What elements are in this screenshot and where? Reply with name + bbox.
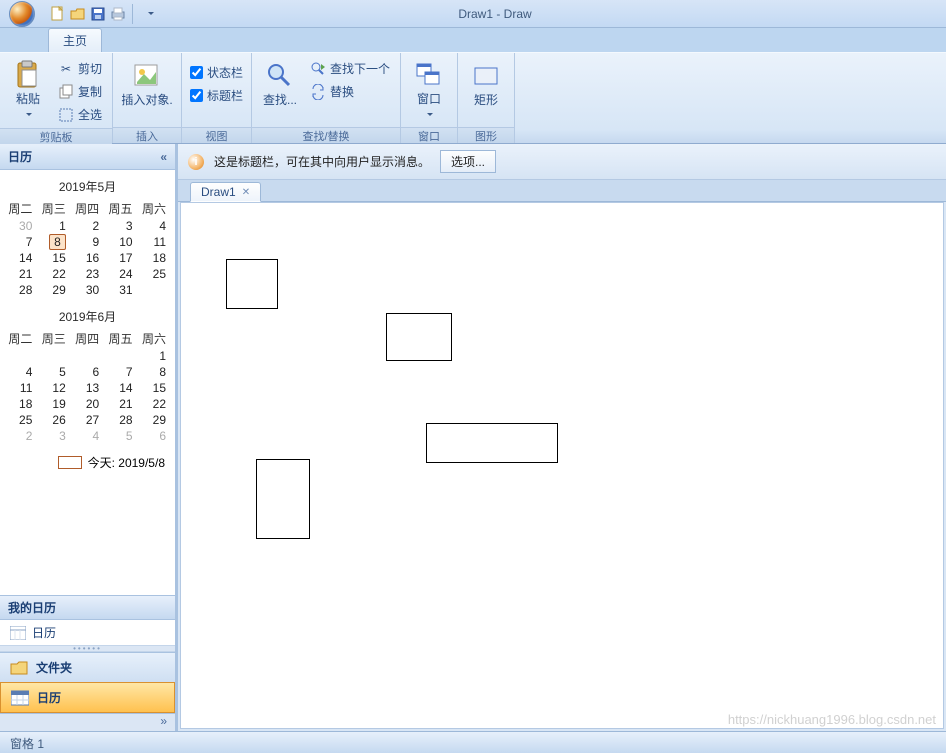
ribbon: 粘贴 ✂剪切 复制 全选 剪贴板 插入对象. 插入 状态栏 标题栏 bbox=[0, 52, 946, 144]
paste-button[interactable]: 粘贴 bbox=[6, 56, 50, 122]
tab-home[interactable]: 主页 bbox=[48, 28, 102, 52]
captionbar-checkbox[interactable]: 标题栏 bbox=[188, 85, 245, 106]
replace-button[interactable]: 替换 bbox=[306, 81, 394, 102]
sidebar: 日历 2019年5月 周二周三周四周五周六3012347891011141516… bbox=[0, 144, 178, 731]
calendar-month-2: 2019年6月 周二周三周四周五周六1456781112131415181920… bbox=[4, 308, 171, 444]
ribbon-group-find-replace: 查找... 查找下一个 替换 查找/替换 bbox=[252, 53, 401, 143]
calendar-small-icon bbox=[10, 626, 26, 640]
caption-message: 这是标题栏，可在其中向用户显示消息。 bbox=[214, 153, 430, 170]
rectangle-button[interactable]: 矩形 bbox=[464, 56, 508, 122]
find-next-button[interactable]: 查找下一个 bbox=[306, 58, 394, 79]
find-icon bbox=[264, 60, 296, 92]
find-next-icon bbox=[310, 61, 326, 77]
statusbar: 窗格 1 bbox=[0, 731, 946, 753]
shape-rectangle[interactable] bbox=[256, 459, 310, 539]
insert-object-icon bbox=[131, 60, 163, 92]
calendar-today-row[interactable]: 今天: 2019/5/8 bbox=[4, 454, 171, 471]
collapse-icon[interactable] bbox=[160, 150, 167, 164]
select-all-button[interactable]: 全选 bbox=[54, 104, 106, 125]
cut-icon: ✂ bbox=[58, 61, 74, 77]
shape-rectangle[interactable] bbox=[226, 259, 278, 309]
ribbon-group-shapes: 矩形 图形 bbox=[458, 53, 515, 143]
sidebar-subheader-mycalendars[interactable]: 我的日历 bbox=[0, 595, 175, 620]
insert-object-button[interactable]: 插入对象. bbox=[119, 56, 175, 122]
info-icon: i bbox=[188, 154, 204, 170]
select-all-icon bbox=[58, 107, 74, 123]
replace-icon bbox=[310, 84, 326, 100]
sidebar-header: 日历 bbox=[0, 144, 175, 170]
statusbar-checkbox[interactable]: 状态栏 bbox=[188, 62, 245, 83]
calendar-month-1: 2019年5月 周二周三周四周五周六3012347891011141516171… bbox=[4, 178, 171, 298]
window-title: Draw1 - Draw bbox=[164, 7, 826, 21]
print-icon[interactable] bbox=[110, 6, 126, 22]
sidebar-grip[interactable]: •••••• bbox=[0, 645, 175, 652]
ribbon-group-insert: 插入对象. 插入 bbox=[113, 53, 182, 143]
today-box-icon bbox=[58, 456, 82, 469]
ribbon-group-clipboard: 粘贴 ✂剪切 复制 全选 剪贴板 bbox=[0, 53, 113, 143]
drawing-canvas[interactable] bbox=[180, 202, 944, 729]
calendar-grid-1[interactable]: 周二周三周四周五周六301234789101114151617182122232… bbox=[4, 199, 171, 298]
copy-icon bbox=[58, 84, 74, 100]
app-orb[interactable] bbox=[2, 1, 42, 27]
copy-button[interactable]: 复制 bbox=[54, 81, 106, 102]
status-text: 窗格 1 bbox=[10, 737, 44, 751]
calendar-icon bbox=[11, 690, 29, 706]
qat-customize-icon[interactable] bbox=[142, 6, 158, 22]
nav-configure[interactable]: » bbox=[0, 713, 175, 731]
options-button[interactable]: 选项... bbox=[440, 150, 496, 173]
main-area: i 这是标题栏，可在其中向用户显示消息。 选项... Draw1 ✕ bbox=[178, 144, 946, 731]
nav-folders[interactable]: 文件夹 bbox=[0, 652, 175, 682]
ribbon-tab-row: 主页 bbox=[0, 28, 946, 52]
sidebar-item-calendar[interactable]: 日历 bbox=[0, 620, 175, 645]
calendar-grid-2[interactable]: 周二周三周四周五周六145678111213141518192021222526… bbox=[4, 329, 171, 444]
ribbon-group-window: 窗口 窗口 bbox=[401, 53, 458, 143]
close-tab-icon[interactable]: ✕ bbox=[242, 187, 250, 198]
paste-icon bbox=[12, 60, 44, 91]
document-tab[interactable]: Draw1 ✕ bbox=[190, 182, 261, 202]
cut-button[interactable]: ✂剪切 bbox=[54, 58, 106, 79]
open-icon[interactable] bbox=[70, 6, 86, 22]
save-icon[interactable] bbox=[90, 6, 106, 22]
nav-calendar[interactable]: 日历 bbox=[0, 682, 175, 713]
new-icon[interactable] bbox=[50, 6, 66, 22]
document-tab-row: Draw1 ✕ bbox=[178, 180, 946, 202]
rectangle-icon bbox=[470, 60, 502, 92]
quick-access-toolbar bbox=[44, 0, 164, 27]
window-button[interactable]: 窗口 bbox=[407, 56, 451, 122]
calendar-area: 2019年5月 周二周三周四周五周六3012347891011141516171… bbox=[0, 170, 175, 479]
caption-bar: i 这是标题栏，可在其中向用户显示消息。 选项... bbox=[178, 144, 946, 180]
shape-rectangle[interactable] bbox=[426, 423, 558, 463]
find-button[interactable]: 查找... bbox=[258, 56, 302, 122]
shape-rectangle[interactable] bbox=[386, 313, 452, 361]
folder-icon bbox=[10, 660, 28, 676]
titlebar: Draw1 - Draw bbox=[0, 0, 946, 28]
ribbon-group-view: 状态栏 标题栏 视图 bbox=[182, 53, 252, 143]
window-icon bbox=[413, 60, 445, 91]
